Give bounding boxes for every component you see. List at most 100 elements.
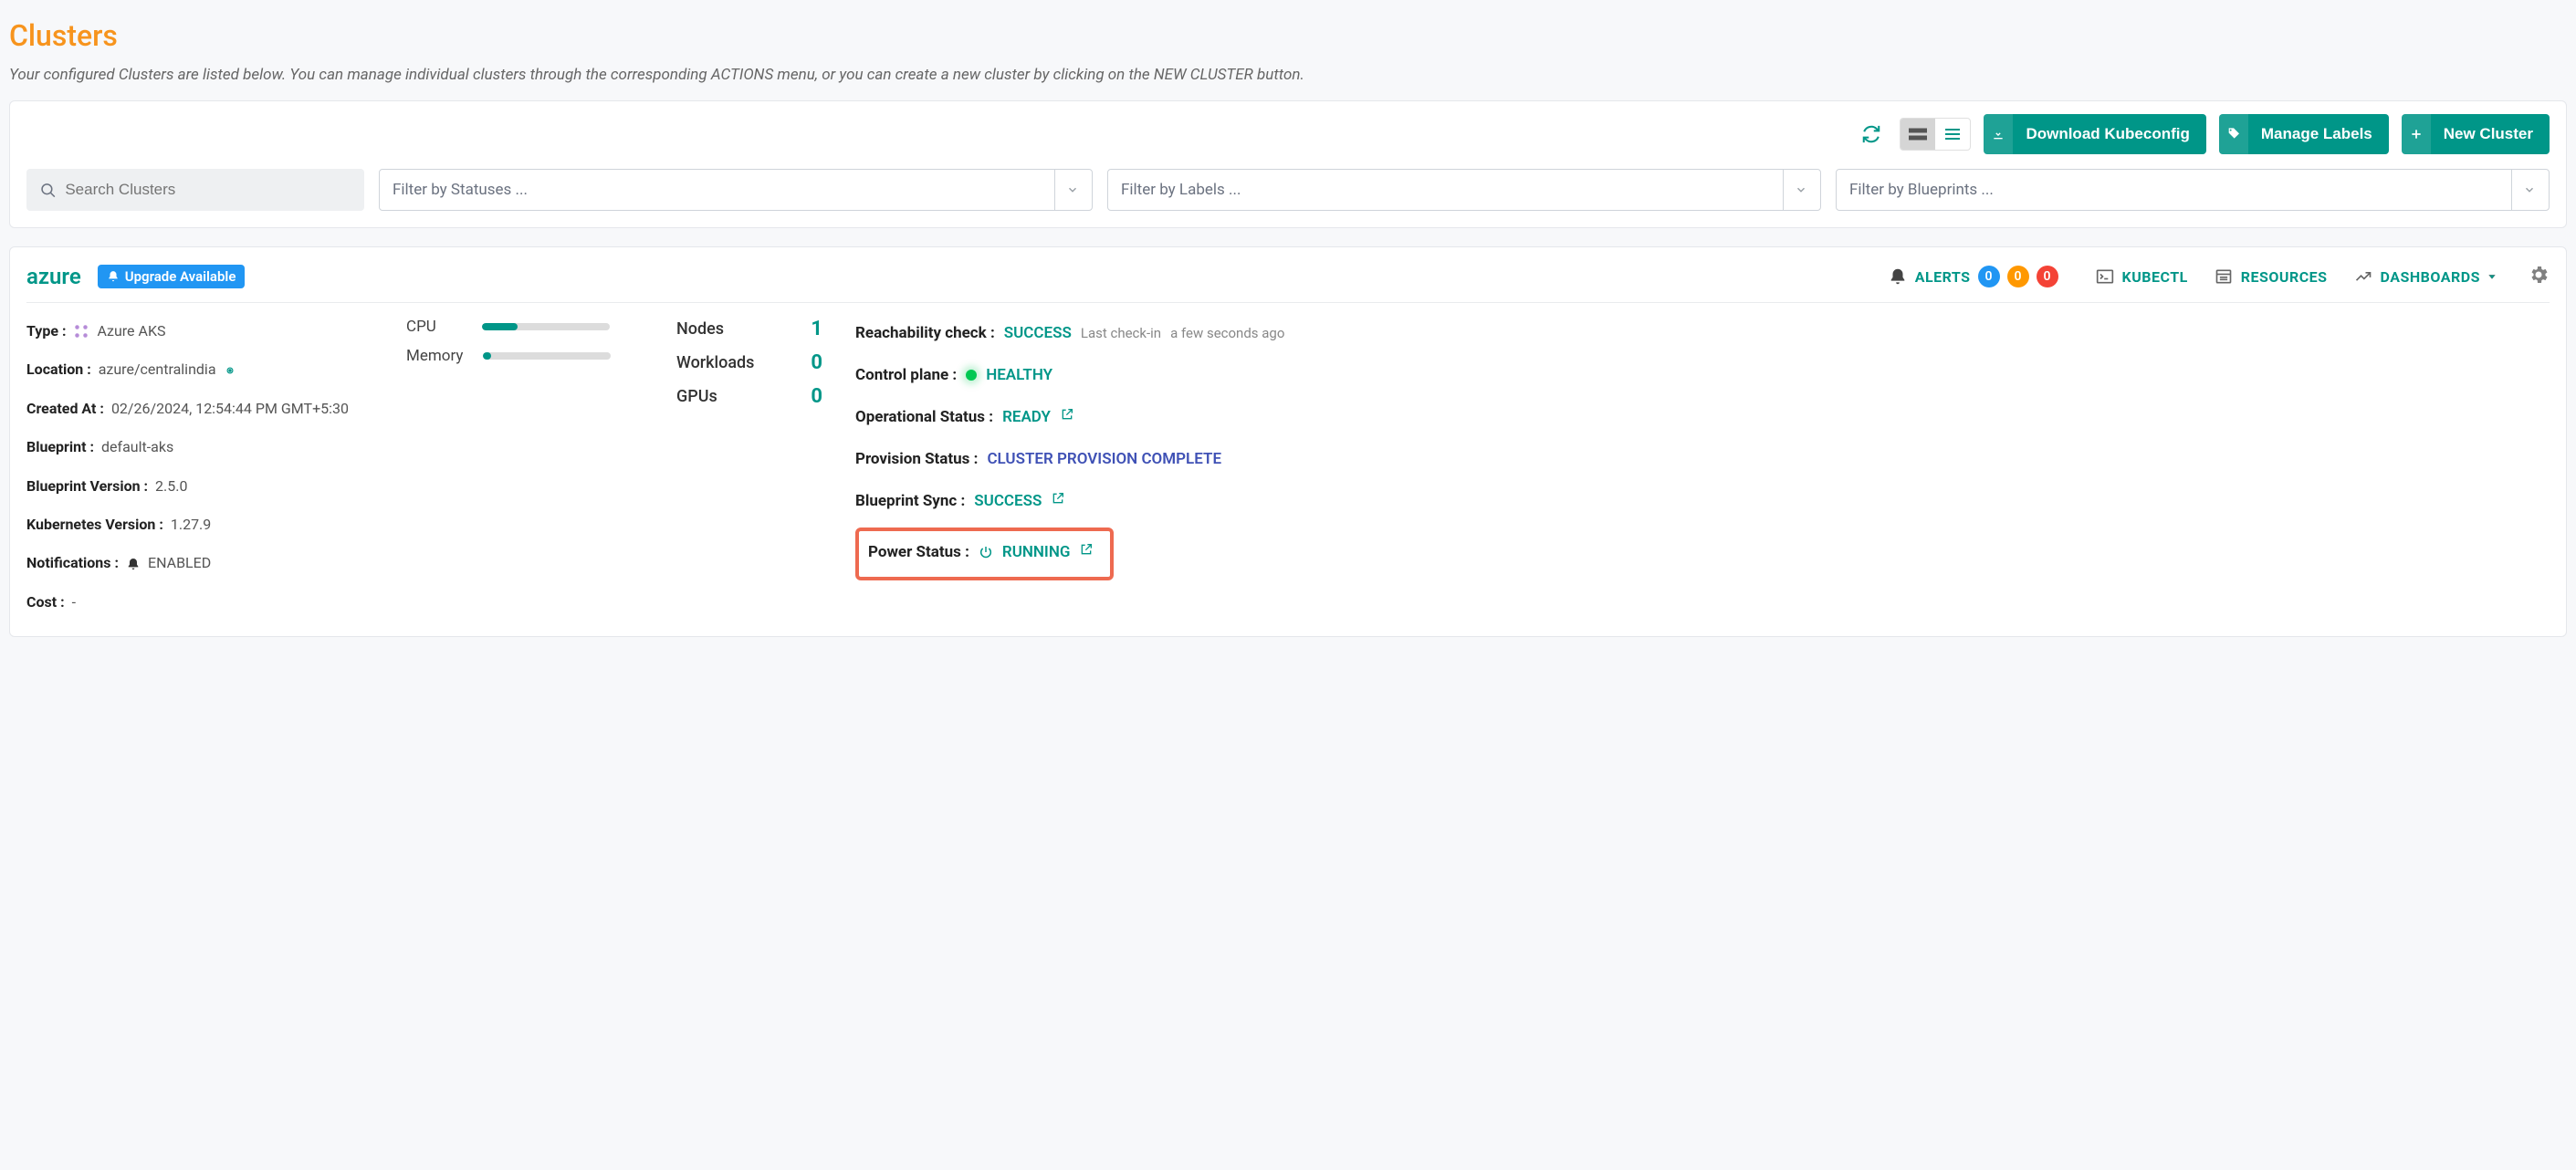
dashboards-link[interactable]: DASHBOARDS [2353,267,2497,286]
gpus-label: GPUs [676,387,717,406]
alerts-section: ALERTS 0 0 0 [1888,266,2058,287]
blueprint-sync-label: Blueprint Sync : [855,486,965,517]
refresh-button[interactable] [1856,119,1887,150]
search-clusters[interactable] [26,169,364,211]
list-view-icon [1943,127,1962,141]
location-row: Location : azure/centralindia [26,356,373,383]
manage-labels-button[interactable]: Manage Labels [2219,114,2389,154]
upgrade-available-badge[interactable]: Upgrade Available [98,265,246,288]
power-open-link[interactable] [1079,537,1094,568]
plus-icon [2402,114,2431,154]
target-icon [224,364,236,377]
info-column: Type : Azure AKS Location : azure/centra… [26,318,373,616]
meters-column: CPU Memory [406,318,644,365]
azure-icon [73,323,89,340]
download-kubeconfig-button[interactable]: Download Kubeconfig [1984,114,2205,154]
notifications-label: Notifications : [26,549,119,577]
healthy-dot-icon [966,370,977,381]
manage-labels-label: Manage Labels [2261,125,2372,143]
refresh-icon [1861,124,1881,144]
control-plane-row: Control plane : HEALTHY [855,360,2550,391]
page-title: Clusters [9,18,2567,53]
new-cluster-button[interactable]: New Cluster [2402,114,2550,154]
provision-row: Provision Status : CLUSTER PROVISION COM… [855,444,2550,475]
operational-label: Operational Status : [855,402,993,433]
gear-icon [2528,264,2550,286]
created-label: Created At : [26,395,104,423]
provision-value[interactable]: CLUSTER PROVISION COMPLETE [987,444,1221,475]
resources-link[interactable]: RESOURCES [2214,267,2328,286]
location-label: Location : [26,356,91,383]
blueprint-sync-value: SUCCESS [974,486,1042,517]
notifications-row: Notifications : ENABLED [26,549,373,577]
download-kubeconfig-label: Download Kubeconfig [2026,125,2189,143]
operational-value: READY [1002,402,1051,433]
cpu-meter-fill [482,323,518,330]
nodes-label: Nodes [676,319,724,339]
kubectl-link[interactable]: KUBECTL [2095,267,2188,286]
last-checkin-value: a few seconds ago [1170,319,1284,347]
blueprint-row: Blueprint : default-aks [26,434,373,461]
memory-meter-row: Memory [406,347,644,365]
upgrade-badge-label: Upgrade Available [125,268,236,285]
operational-open-link[interactable] [1060,402,1074,433]
filter-blueprints-select[interactable]: Filter by Blueprints ... [1836,169,2550,211]
search-icon [39,181,56,199]
terminal-icon [2095,267,2115,286]
toolbar-actions-row: Download Kubeconfig Manage Labels New Cl… [26,114,2550,154]
counts-column: Nodes 1 Workloads 0 GPUs 0 [676,318,822,408]
kubectl-label: KUBECTL [2122,268,2188,286]
card-view-icon [1909,127,1927,141]
chevron-down-icon [1795,183,1807,196]
notifications-value: ENABLED [148,549,211,577]
dashboards-label: DASHBOARDS [2381,268,2480,286]
resources-icon [2214,267,2234,286]
filter-labels-select[interactable]: Filter by Labels ... [1107,169,1821,211]
external-link-icon [1079,542,1094,557]
toolbar-card: Download Kubeconfig Manage Labels New Cl… [9,100,2567,228]
power-status-row: Power Status : RUNNING [868,537,1094,568]
control-plane-value: HEALTHY [986,360,1052,391]
alert-bell-icon [1888,266,1908,287]
memory-meter-fill [483,352,490,360]
view-toggle [1900,118,1971,151]
memory-meter [483,352,611,360]
alerts-error-count[interactable]: 0 [2037,266,2058,287]
filter-blueprints-placeholder: Filter by Blueprints ... [1849,181,1994,199]
page-subtitle: Your configured Clusters are listed belo… [9,66,2567,84]
search-input[interactable] [65,181,351,199]
download-icon [1984,114,2013,154]
view-card-button[interactable] [1901,119,1935,150]
blueprint-sync-open-link[interactable] [1051,486,1065,517]
k8s-version-label: Kubernetes Version : [26,511,163,538]
bell-icon [107,270,120,283]
cluster-settings-button[interactable] [2528,264,2550,289]
alerts-warn-count[interactable]: 0 [2007,266,2029,287]
caret-down-icon [2487,272,2497,281]
cpu-label: CPU [406,318,436,336]
alerts-label: ALERTS [1915,268,1971,286]
type-value: Azure AKS [97,318,165,345]
cluster-name-link[interactable]: azure [26,264,81,289]
created-value: 02/26/2024, 12:54:44 PM GMT+5:30 [111,395,349,423]
k8s-version-value: 1.27.9 [171,511,211,538]
control-plane-label: Control plane : [855,360,957,391]
view-list-button[interactable] [1935,119,1970,150]
chevron-down-icon [1066,183,1079,196]
filter-labels-placeholder: Filter by Labels ... [1121,181,1241,199]
power-status-highlight: Power Status : RUNNING [855,528,1114,580]
created-row: Created At : 02/26/2024, 12:54:44 PM GMT… [26,395,373,423]
workloads-value: 0 [811,351,822,374]
nodes-row: Nodes 1 [676,318,822,340]
cpu-meter-row: CPU [406,318,644,336]
gpus-row: GPUs 0 [676,385,822,408]
power-icon [979,545,993,559]
filter-status-select[interactable]: Filter by Statuses ... [379,169,1093,211]
reachability-value: SUCCESS [1004,318,1072,349]
type-label: Type : [26,318,66,345]
resources-label: RESOURCES [2241,268,2328,286]
trend-icon [2353,267,2373,286]
provision-label: Provision Status : [855,444,978,475]
workloads-label: Workloads [676,353,754,372]
alerts-info-count[interactable]: 0 [1978,266,2000,287]
